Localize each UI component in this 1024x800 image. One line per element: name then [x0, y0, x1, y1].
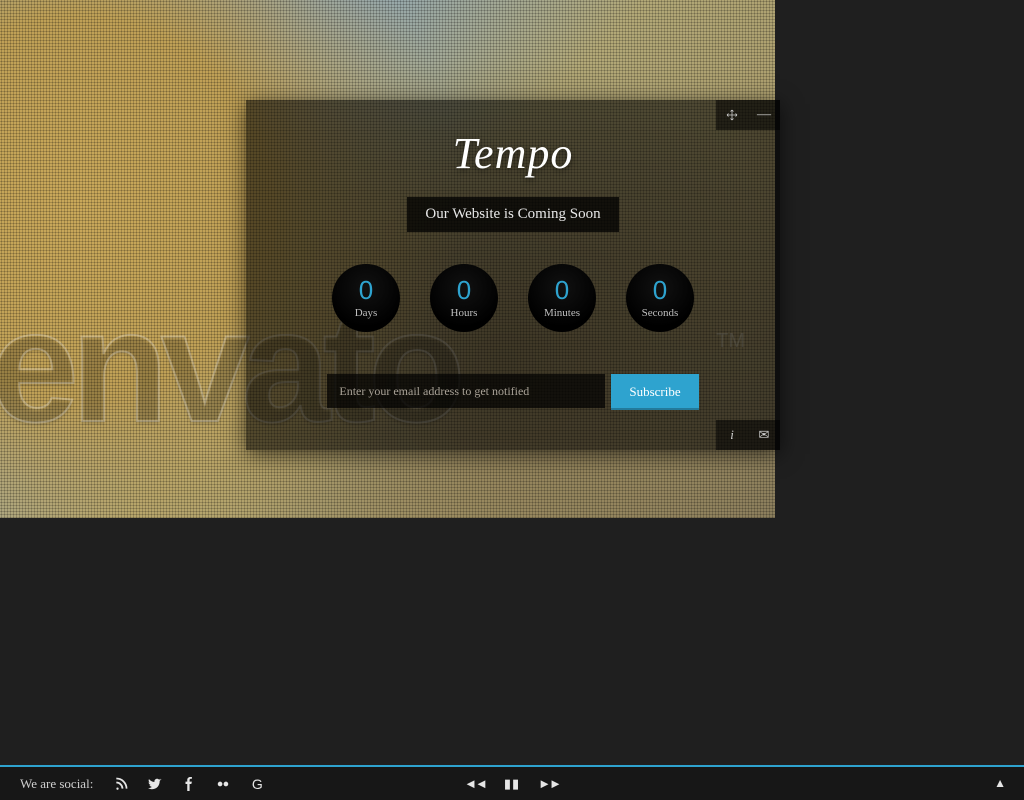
- info-icon[interactable]: i: [716, 420, 748, 450]
- prev-button[interactable]: ◄◄: [464, 776, 486, 792]
- countdown-minutes-value: 0: [555, 277, 569, 303]
- media-player-controls: ◄◄ ▮▮ ►►: [464, 776, 560, 792]
- coming-soon-card: — Tempo Our Website is Coming Soon 0 Day…: [246, 100, 780, 450]
- countdown-days-label: Days: [355, 307, 378, 319]
- countdown-days-value: 0: [359, 277, 373, 303]
- countdown: 0 Days 0 Hours 0 Minutes 0 Seconds: [246, 264, 780, 332]
- brand-title: Tempo: [246, 128, 780, 179]
- next-button[interactable]: ►►: [538, 776, 560, 792]
- countdown-days: 0 Days: [332, 264, 400, 332]
- card-bottom-controls: i ✉: [716, 420, 780, 450]
- countdown-minutes: 0 Minutes: [528, 264, 596, 332]
- subscribe-form: Subscribe: [246, 374, 780, 410]
- scroll-to-top-button[interactable]: ▲: [994, 776, 1006, 791]
- social-icons: G: [113, 776, 265, 792]
- flickr-icon[interactable]: [215, 776, 231, 792]
- twitter-icon[interactable]: [147, 776, 163, 792]
- countdown-hours-value: 0: [457, 277, 471, 303]
- move-icon[interactable]: [716, 100, 748, 130]
- minimize-button[interactable]: —: [748, 100, 780, 130]
- tagline: Our Website is Coming Soon: [407, 197, 618, 232]
- footer-bar: We are social: G ◄◄ ▮▮ ►► ▲: [0, 765, 1024, 800]
- card-top-controls: —: [716, 100, 780, 130]
- countdown-minutes-label: Minutes: [544, 307, 580, 319]
- subscribe-button[interactable]: Subscribe: [611, 374, 698, 410]
- mail-icon[interactable]: ✉: [748, 420, 780, 450]
- countdown-hours: 0 Hours: [430, 264, 498, 332]
- countdown-seconds-label: Seconds: [642, 307, 679, 319]
- pause-button[interactable]: ▮▮: [504, 776, 520, 792]
- google-icon[interactable]: G: [249, 776, 265, 792]
- countdown-seconds: 0 Seconds: [626, 264, 694, 332]
- facebook-icon[interactable]: [181, 776, 197, 792]
- countdown-hours-label: Hours: [451, 307, 478, 319]
- countdown-seconds-value: 0: [653, 277, 667, 303]
- rss-icon[interactable]: [113, 776, 129, 792]
- email-field[interactable]: [327, 374, 605, 408]
- social-label: We are social:: [20, 776, 93, 792]
